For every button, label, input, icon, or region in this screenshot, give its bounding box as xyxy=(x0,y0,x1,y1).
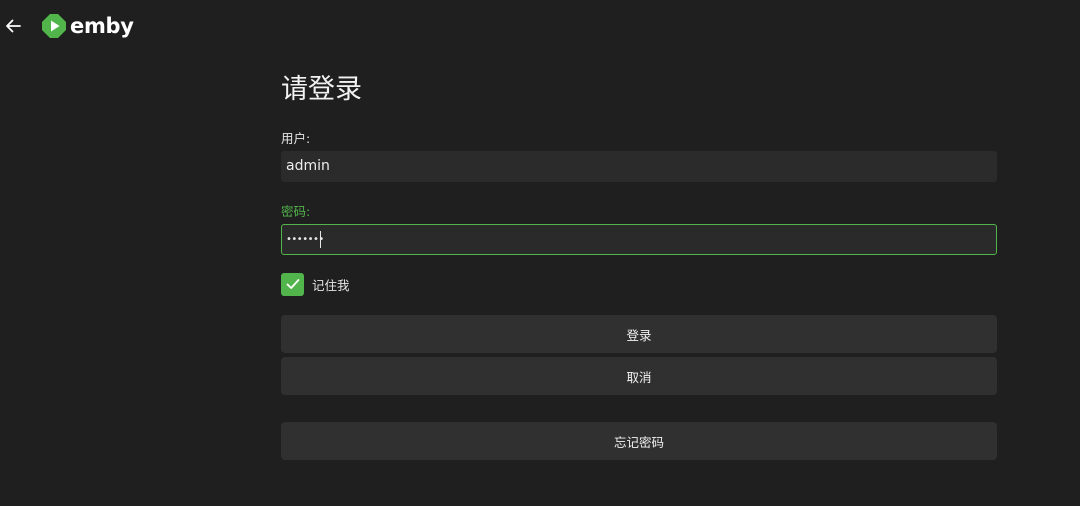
login-button-label: 登录 xyxy=(626,327,652,343)
password-input[interactable]: ••••••• xyxy=(281,224,997,255)
arrow-left-icon xyxy=(6,19,21,33)
cancel-button-label: 取消 xyxy=(626,369,652,385)
text-caret xyxy=(320,231,321,248)
back-button[interactable] xyxy=(2,14,24,38)
forgot-password-label: 忘记密码 xyxy=(613,434,664,450)
password-mask: ••••••• xyxy=(286,234,324,245)
remember-me-label: 记住我 xyxy=(312,277,350,293)
emby-logo-icon xyxy=(42,14,66,38)
forgot-password-button[interactable]: 忘记密码 xyxy=(281,422,997,460)
app-header: emby xyxy=(0,0,1080,54)
username-value: admin xyxy=(286,158,330,174)
cancel-button[interactable]: 取消 xyxy=(281,357,997,395)
checkmark-icon xyxy=(286,279,299,289)
remember-me-option[interactable]: 记住我 xyxy=(281,272,350,296)
username-label: 用户: xyxy=(281,131,311,146)
remember-me-checkbox[interactable] xyxy=(281,272,304,296)
username-input[interactable]: admin xyxy=(281,151,997,182)
password-label: 密码: xyxy=(281,204,311,219)
logo-text: emby xyxy=(70,14,134,38)
login-button[interactable]: 登录 xyxy=(281,315,997,353)
page-title: 请登录 xyxy=(281,74,362,105)
emby-logo[interactable]: emby xyxy=(41,12,134,40)
